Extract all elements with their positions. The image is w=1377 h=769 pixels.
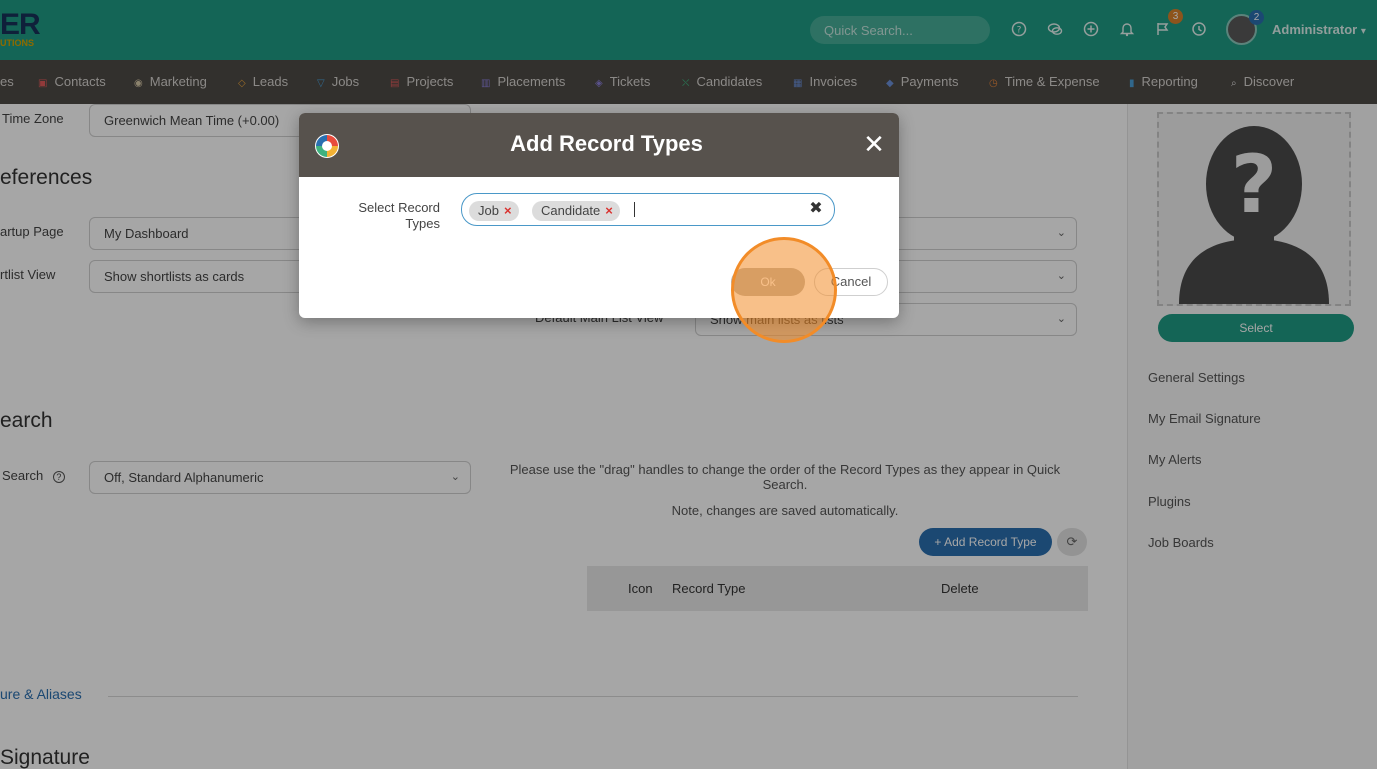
- selected-tag-candidate: Candidate ×: [532, 201, 620, 221]
- remove-tag-icon[interactable]: ×: [605, 203, 613, 218]
- select-record-types-label: Select Record Types: [358, 200, 440, 231]
- dialog-header: Add Record Types ✕: [299, 113, 899, 177]
- dialog-title: Add Record Types: [510, 131, 703, 156]
- tag-label: Candidate: [541, 203, 601, 218]
- tag-label: Job: [478, 203, 499, 218]
- close-icon[interactable]: ✕: [861, 131, 887, 157]
- record-types-multiselect[interactable]: Job × Candidate × ✖: [461, 193, 835, 226]
- click-highlight-marker: [731, 237, 837, 343]
- text-cursor: [634, 202, 635, 217]
- clear-selection-icon[interactable]: ✖: [807, 198, 825, 220]
- remove-tag-icon[interactable]: ×: [504, 203, 512, 218]
- selected-tag-job: Job ×: [469, 201, 519, 221]
